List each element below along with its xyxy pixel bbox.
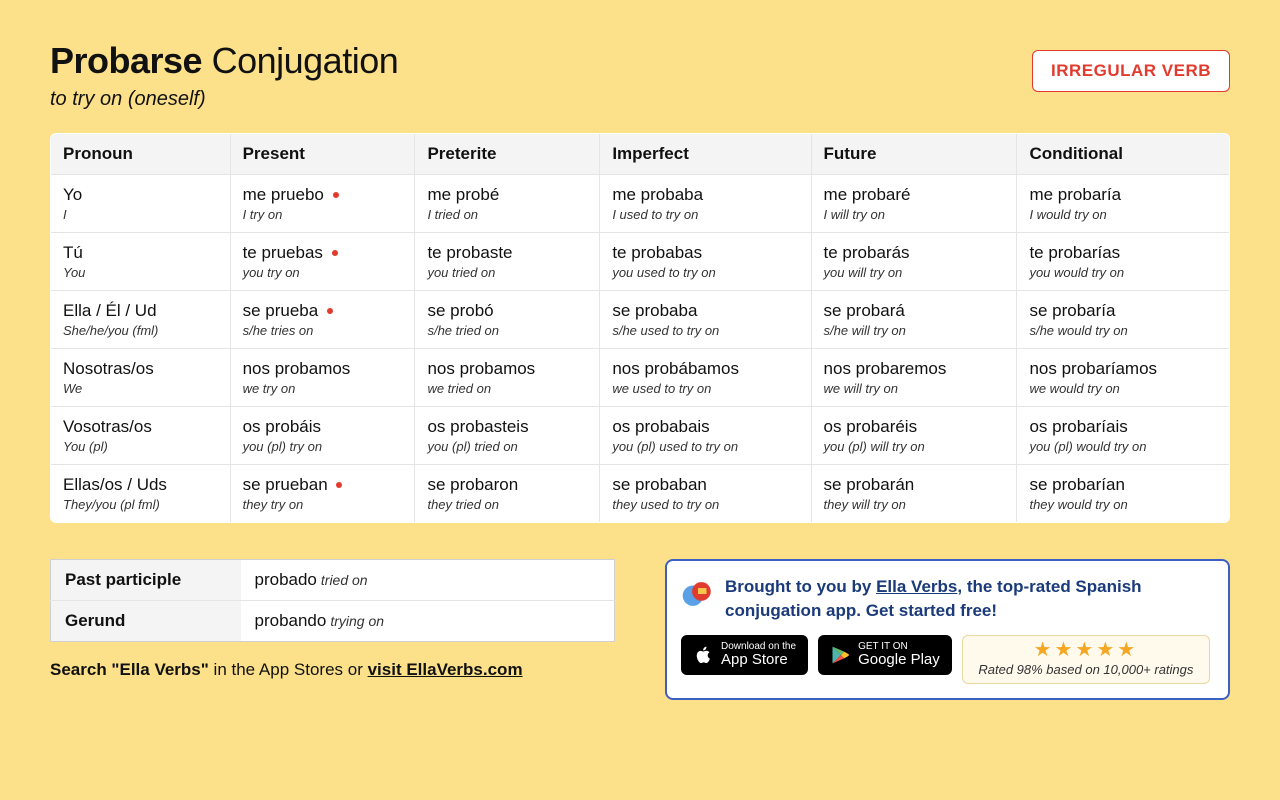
irregular-dot-icon — [332, 475, 342, 494]
app-logo-icon — [681, 577, 715, 611]
conjugation-cell: se probaránthey will try on — [811, 465, 1017, 523]
column-header: Conditional — [1017, 134, 1230, 175]
ellaverbs-link[interactable]: visit EllaVerbs.com — [368, 660, 523, 679]
irregular-dot-icon — [329, 185, 339, 204]
pronoun-cell: Ella / Él / UdShe/he/you (fml) — [51, 291, 231, 349]
participle-label: Past participle — [51, 560, 241, 601]
conjugation-cell: te probarásyou will try on — [811, 233, 1017, 291]
star-icons: ★★★★★ — [973, 640, 1199, 660]
irregular-badge: IRREGULAR VERB — [1032, 50, 1230, 92]
search-instruction: Search "Ella Verbs" in the App Stores or… — [50, 660, 615, 680]
conjugation-cell: se probarás/he will try on — [811, 291, 1017, 349]
table-row: TúYoute pruebas you try onte probasteyou… — [51, 233, 1230, 291]
conjugation-cell: se probarías/he would try on — [1017, 291, 1230, 349]
table-row: Past participleprobadotried on — [51, 560, 615, 601]
conjugation-cell: se prueba s/he tries on — [230, 291, 415, 349]
irregular-dot-icon — [328, 243, 338, 262]
conjugation-cell: te probasteyou tried on — [415, 233, 600, 291]
conjugation-cell: se probabanthey used to try on — [600, 465, 811, 523]
participle-label: Gerund — [51, 601, 241, 642]
conjugation-cell: me probéI tried on — [415, 175, 600, 233]
conjugation-cell: se prueban they try on — [230, 465, 415, 523]
column-header: Imperfect — [600, 134, 811, 175]
promo-box: Brought to you by Ella Verbs, the top-ra… — [665, 559, 1230, 700]
conjugation-cell: me probabaI used to try on — [600, 175, 811, 233]
conjugation-table: PronounPresentPreteriteImperfectFutureCo… — [50, 133, 1230, 523]
conjugation-cell: te probabasyou used to try on — [600, 233, 811, 291]
conjugation-cell: se probaronthey tried on — [415, 465, 600, 523]
promo-text: Brought to you by Ella Verbs, the top-ra… — [725, 575, 1210, 623]
conjugation-cell: os probasteisyou (pl) tried on — [415, 407, 600, 465]
table-row: Gerundprobandotrying on — [51, 601, 615, 642]
conjugation-cell: os probaríaisyou (pl) would try on — [1017, 407, 1230, 465]
column-header: Present — [230, 134, 415, 175]
pronoun-cell: Nosotras/osWe — [51, 349, 231, 407]
table-row: Nosotras/osWenos probamoswe try onnos pr… — [51, 349, 1230, 407]
table-row: YoIme pruebo I try onme probéI tried onm… — [51, 175, 1230, 233]
conjugation-cell: nos probamoswe tried on — [415, 349, 600, 407]
participle-value: probadotried on — [241, 560, 615, 601]
pronoun-cell: Vosotras/osYou (pl) — [51, 407, 231, 465]
column-header: Preterite — [415, 134, 600, 175]
app-store-button[interactable]: Download on theApp Store — [681, 635, 808, 675]
conjugation-cell: se probabas/he used to try on — [600, 291, 811, 349]
table-row: Vosotras/osYou (pl)os probáisyou (pl) tr… — [51, 407, 1230, 465]
column-header: Future — [811, 134, 1017, 175]
conjugation-cell: os probabaisyou (pl) used to try on — [600, 407, 811, 465]
ella-verbs-link[interactable]: Ella Verbs — [876, 577, 957, 596]
conjugation-cell: os probáisyou (pl) try on — [230, 407, 415, 465]
participle-value: probandotrying on — [241, 601, 615, 642]
participle-table: Past participleprobadotried onGerundprob… — [50, 559, 615, 642]
apple-icon — [693, 644, 713, 666]
conjugation-cell: nos probábamoswe used to try on — [600, 349, 811, 407]
rating-box: ★★★★★ Rated 98% based on 10,000+ ratings — [962, 635, 1210, 684]
conjugation-cell: me probaríaI would try on — [1017, 175, 1230, 233]
conjugation-cell: nos probaremoswe will try on — [811, 349, 1017, 407]
pronoun-cell: TúYou — [51, 233, 231, 291]
google-play-button[interactable]: GET IT ONGoogle Play — [818, 635, 952, 675]
google-play-icon — [830, 644, 850, 666]
column-header: Pronoun — [51, 134, 231, 175]
table-row: Ellas/os / UdsThey/you (pl fml)se prueba… — [51, 465, 1230, 523]
pronoun-cell: Ellas/os / UdsThey/you (pl fml) — [51, 465, 231, 523]
irregular-dot-icon — [323, 301, 333, 320]
conjugation-cell: nos probaríamoswe would try on — [1017, 349, 1230, 407]
pronoun-cell: YoI — [51, 175, 231, 233]
conjugation-cell: os probaréisyou (pl) will try on — [811, 407, 1017, 465]
conjugation-cell: te pruebas you try on — [230, 233, 415, 291]
conjugation-cell: se probós/he tried on — [415, 291, 600, 349]
conjugation-cell: me pruebo I try on — [230, 175, 415, 233]
conjugation-cell: se probaríanthey would try on — [1017, 465, 1230, 523]
conjugation-cell: te probaríasyou would try on — [1017, 233, 1230, 291]
conjugation-cell: me probaréI will try on — [811, 175, 1017, 233]
page-title: Probarse Conjugation — [50, 40, 398, 82]
conjugation-cell: nos probamoswe try on — [230, 349, 415, 407]
table-row: Ella / Él / UdShe/he/you (fml)se prueba … — [51, 291, 1230, 349]
verb-translation: to try on (oneself) — [50, 88, 398, 111]
